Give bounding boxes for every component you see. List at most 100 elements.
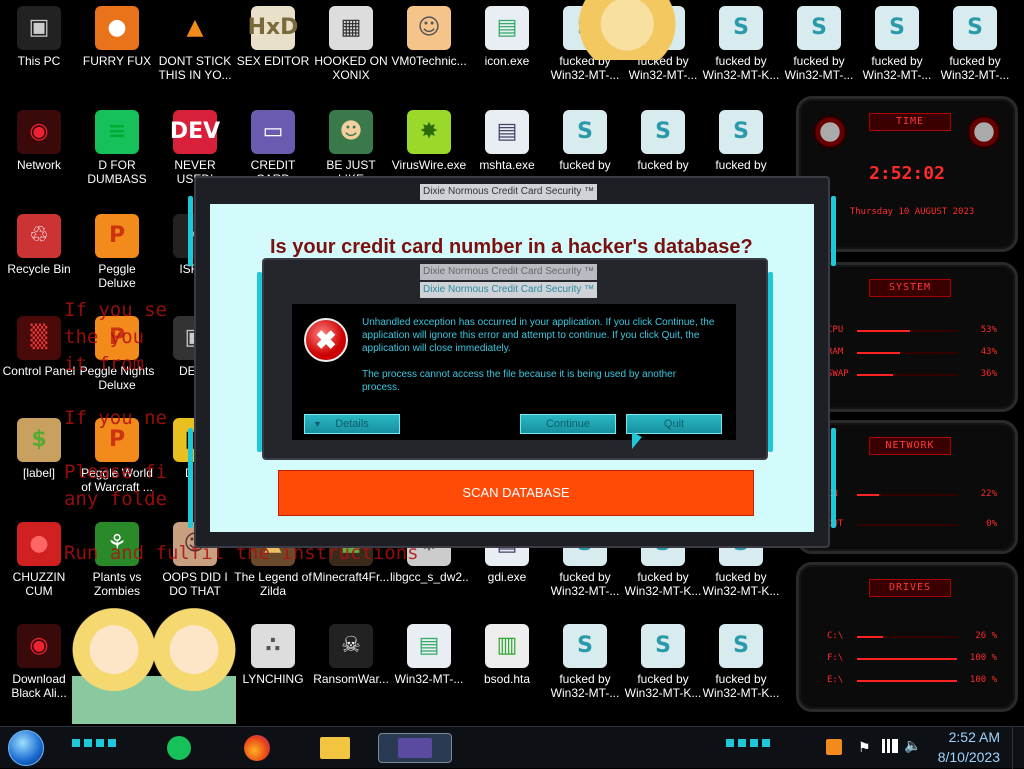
desktop-icon-label: fucked by Win32-MT-K...: [624, 672, 702, 700]
system-row: CPU 53%: [827, 325, 997, 337]
desktop-icon[interactable]: Sfucked by: [624, 104, 702, 172]
desktop-icon[interactable]: ◉ Network: [0, 104, 78, 172]
desktop-icon-image: S: [875, 6, 919, 50]
cartoon-character-sticker: [152, 604, 236, 724]
drives-gadget-title: DRIVES: [869, 579, 951, 597]
taskbar-active-app-icon[interactable]: [378, 733, 452, 763]
drives-row-label: C:\: [827, 631, 844, 641]
desktop-icon-image: ▭: [251, 110, 295, 154]
desktop-icon[interactable]: ▦ HOOKED ON XONIX: [312, 0, 390, 82]
desktop-icon-label: fucked by Win32-MT-...: [550, 672, 620, 700]
desktop-icon[interactable]: DEVNEVER USED!: [156, 104, 234, 186]
desktop-icon[interactable]: ✸ VirusWire.exe: [390, 104, 468, 172]
desktop-icon-image: ☺: [407, 6, 451, 50]
system-row-bar-fill: [857, 330, 910, 332]
volume-icon[interactable]: 🔈: [904, 737, 921, 754]
desktop-icon[interactable]: ≡ D FOR DUMBASS: [78, 104, 156, 186]
drives-row: C:\ 26 %: [827, 631, 997, 643]
desktop-icon-label: fucked by Win32-MT-K...: [702, 672, 780, 700]
drives-row-bar: [857, 658, 957, 660]
desktop-icon-label: fucked by Win32-MT-K...: [624, 570, 702, 598]
desktop-icon[interactable]: Sfucked by Win32-MT-K...: [702, 0, 780, 82]
error-icon: ✖: [304, 318, 348, 362]
flag-icon[interactable]: ⚑: [858, 739, 871, 756]
drives-row-value: 26 %: [975, 631, 997, 641]
desktop-icon-label: mshta.exe: [479, 158, 535, 172]
desktop-icon-label: fucked by Win32-MT-...: [862, 54, 932, 82]
desktop-icon[interactable]: ∴ LYNCHING: [234, 618, 312, 686]
window-edge-light: [188, 428, 193, 528]
taskbar-file-explorer-icon[interactable]: [318, 733, 352, 763]
taskbar-app-feedly-icon[interactable]: [162, 733, 196, 763]
desktop-icon-label: FURRY FUX: [82, 54, 152, 68]
scan-database-button[interactable]: SCAN DATABASE: [278, 470, 754, 516]
desktop-icon[interactable]: ◉ Download Black Ali...: [0, 618, 78, 700]
system-row-value: 53%: [980, 325, 997, 335]
details-button[interactable]: ▼ Details: [304, 414, 400, 434]
start-button[interactable]: [8, 730, 44, 766]
clock-time: 2:52:02: [869, 163, 945, 184]
system-row-bar-fill: [857, 374, 893, 376]
desktop-icon[interactable]: Sfucked by Win32-MT-...: [936, 0, 1014, 82]
desktop-icon[interactable]: ▤ mshta.exe: [468, 104, 546, 172]
show-desktop-button[interactable]: [1012, 727, 1024, 769]
desktop-icon-label: Minecraft4Fr...: [312, 570, 390, 584]
headline: Is your credit card number in a hacker's…: [270, 236, 753, 258]
desktop-icon-label: RansomWar...: [313, 672, 389, 686]
desktop-icon[interactable]: Sfucked by: [546, 104, 624, 172]
desktop-icon[interactable]: ▥ bsod.hta: [468, 618, 546, 686]
cartoon-character-sticker: [72, 604, 156, 724]
desktop-icon[interactable]: ▤ Win32-MT-...: [390, 618, 468, 686]
dialog-body: ✖ Unhandled exception has occurred in yo…: [292, 304, 736, 440]
desktop-icon[interactable]: P Peggle Deluxe: [78, 208, 156, 290]
desktop-icon[interactable]: ▭CREDIT CARD: [234, 104, 312, 186]
tray-app-icon[interactable]: [826, 739, 842, 755]
taskbar-firefox-icon[interactable]: [240, 733, 274, 763]
network-row-bar: [857, 494, 957, 496]
desktop-icon[interactable]: ☺ VM0Technic...: [390, 0, 468, 68]
desktop-icon[interactable]: ▤ icon.exe: [468, 0, 546, 68]
dialog-edge-light: [768, 272, 773, 452]
taskbar-clock[interactable]: 2:52 AM: [930, 729, 1000, 745]
desktop-icon-image: S: [719, 6, 763, 50]
desktop-icon[interactable]: ☻BE JUST LIKE: [312, 104, 390, 186]
desktop-icon[interactable]: HxD SEX EDITOR: [234, 0, 312, 68]
window-edge-light: [831, 428, 836, 528]
drives-row: E:\ 100 %: [827, 675, 997, 687]
desktop-icon-image: ☠: [329, 624, 373, 668]
desktop-icon-image: ▤: [485, 6, 529, 50]
desktop-icon[interactable]: Sfucked by Win32-MT-K...: [624, 618, 702, 700]
continue-button[interactable]: Continue: [520, 414, 616, 434]
desktop-icon-image: $: [17, 418, 61, 462]
drives-row-bar: [857, 636, 957, 638]
desktop-icon[interactable]: Sfucked by Win32-MT-...: [780, 0, 858, 82]
desktop-icon[interactable]: Sfucked by: [702, 104, 780, 172]
desktop-icon[interactable]: Sfucked by Win32-MT-K...: [702, 618, 780, 700]
network-icon[interactable]: [882, 739, 898, 753]
desktop-icon[interactable]: ♲ Recycle Bin: [0, 208, 78, 276]
details-button-label: Details: [335, 418, 369, 430]
drives-row-label: F:\: [827, 653, 844, 663]
desktop-icon-label: fucked by Win32-MT-...: [550, 570, 620, 598]
desktop-icon[interactable]: ☠ RansomWar...: [312, 618, 390, 686]
taskbar-date[interactable]: 8/10/2023: [926, 749, 1000, 765]
desktop-icon[interactable]: Sfucked by Win32-MT-...: [858, 0, 936, 82]
desktop-icon-label: VirusWire.exe: [391, 158, 467, 172]
chevron-down-icon: ▼: [313, 419, 322, 429]
error-dialog[interactable]: Dixie Normous Credit Card Security ™ Dix…: [257, 258, 773, 460]
quit-button[interactable]: Quit: [626, 414, 722, 434]
desktop-icon-image: S: [953, 6, 997, 50]
desktop-icon[interactable]: ▣ This PC: [0, 0, 78, 68]
desktop-icon[interactable]: ▲ DONT STICK THIS IN YO...: [156, 0, 234, 82]
clock-date: Thursday 10 AUGUST 2023: [849, 207, 975, 217]
desktop-icon-image: ▲: [173, 6, 217, 50]
desktop-icon-image: ●: [95, 6, 139, 50]
background-text-6: any folde: [64, 488, 167, 510]
taskbar-accent-left: [72, 739, 116, 747]
cartoon-character-sticker: [548, 0, 680, 60]
desktop-icon-label: fucked by: [559, 158, 611, 172]
desktop-icon-label: fucked by Win32-MT-...: [784, 54, 854, 82]
desktop-icon[interactable]: ● FURRY FUX: [78, 0, 156, 68]
desktop-icon-image: ✸: [407, 110, 451, 154]
desktop-icon[interactable]: Sfucked by Win32-MT-...: [546, 618, 624, 700]
